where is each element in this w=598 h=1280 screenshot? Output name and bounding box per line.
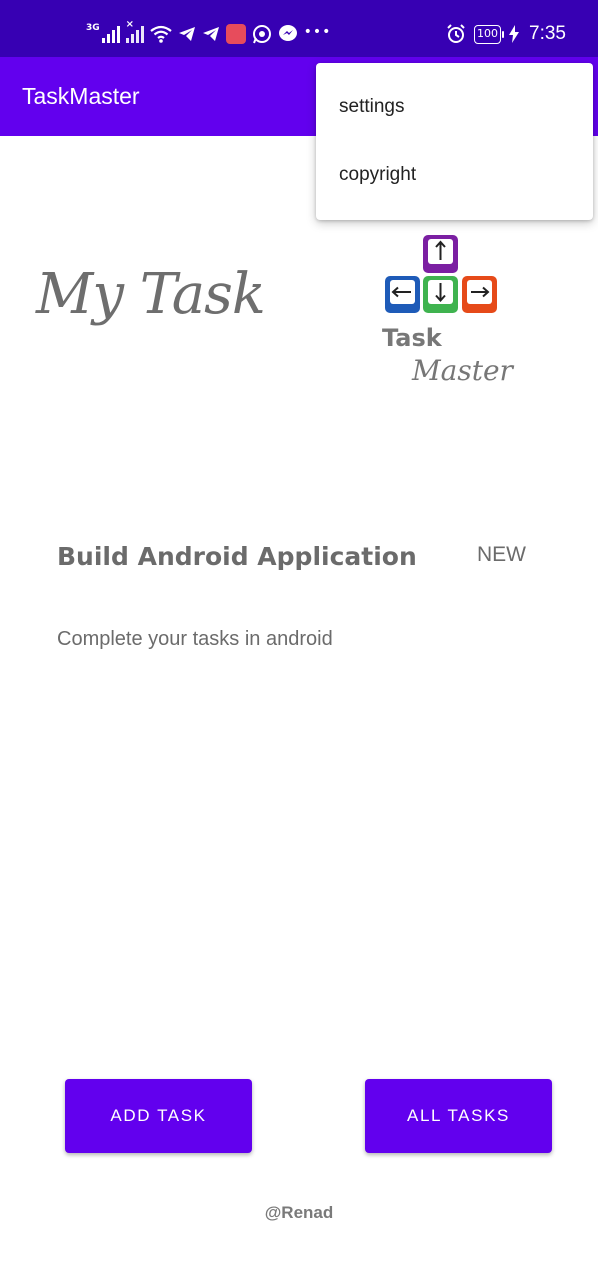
task-title: Build Android Application — [57, 542, 417, 571]
arrow-keys-icon — [385, 235, 497, 313]
overflow-menu: settings copyright — [316, 63, 593, 220]
add-task-button[interactable]: ADD TASK — [65, 1079, 252, 1153]
status-left-icons: 3G × ••• — [86, 19, 332, 46]
app-icon — [225, 24, 246, 44]
wifi-icon — [149, 25, 172, 43]
more-dots-icon: ••• — [303, 24, 332, 40]
status-right-icons: 100 7:35 — [446, 22, 566, 46]
task-state-badge: NEW — [477, 543, 526, 566]
charging-icon — [509, 25, 520, 43]
signal-no-sim-icon: × — [125, 19, 144, 43]
all-tasks-button[interactable]: ALL TASKS — [365, 1079, 552, 1153]
telegram-icon — [202, 27, 219, 41]
logo-text-master: Master — [412, 354, 513, 387]
signal-icon — [101, 25, 120, 43]
page-heading: My Task — [36, 262, 266, 327]
network-type-label: 3G — [86, 23, 100, 33]
telegram-icon — [178, 27, 195, 41]
clock: 7:35 — [529, 23, 566, 44]
menu-item-settings[interactable]: settings — [316, 73, 593, 141]
app-title: TaskMaster — [22, 83, 140, 109]
battery-icon: 100 — [474, 24, 505, 44]
messenger-icon — [278, 25, 297, 41]
taskmaster-logo: Task Master — [380, 232, 520, 392]
logo-text-task: Task — [382, 324, 442, 352]
task-description: Complete your tasks in android — [57, 628, 333, 650]
status-bar: 3G × ••• 100 7:35 — [0, 0, 598, 57]
footer-credit: @Renad — [264, 1203, 334, 1222]
menu-item-copyright[interactable]: copyright — [316, 141, 593, 209]
whatsapp-icon — [252, 25, 271, 44]
alarm-icon — [447, 24, 465, 43]
